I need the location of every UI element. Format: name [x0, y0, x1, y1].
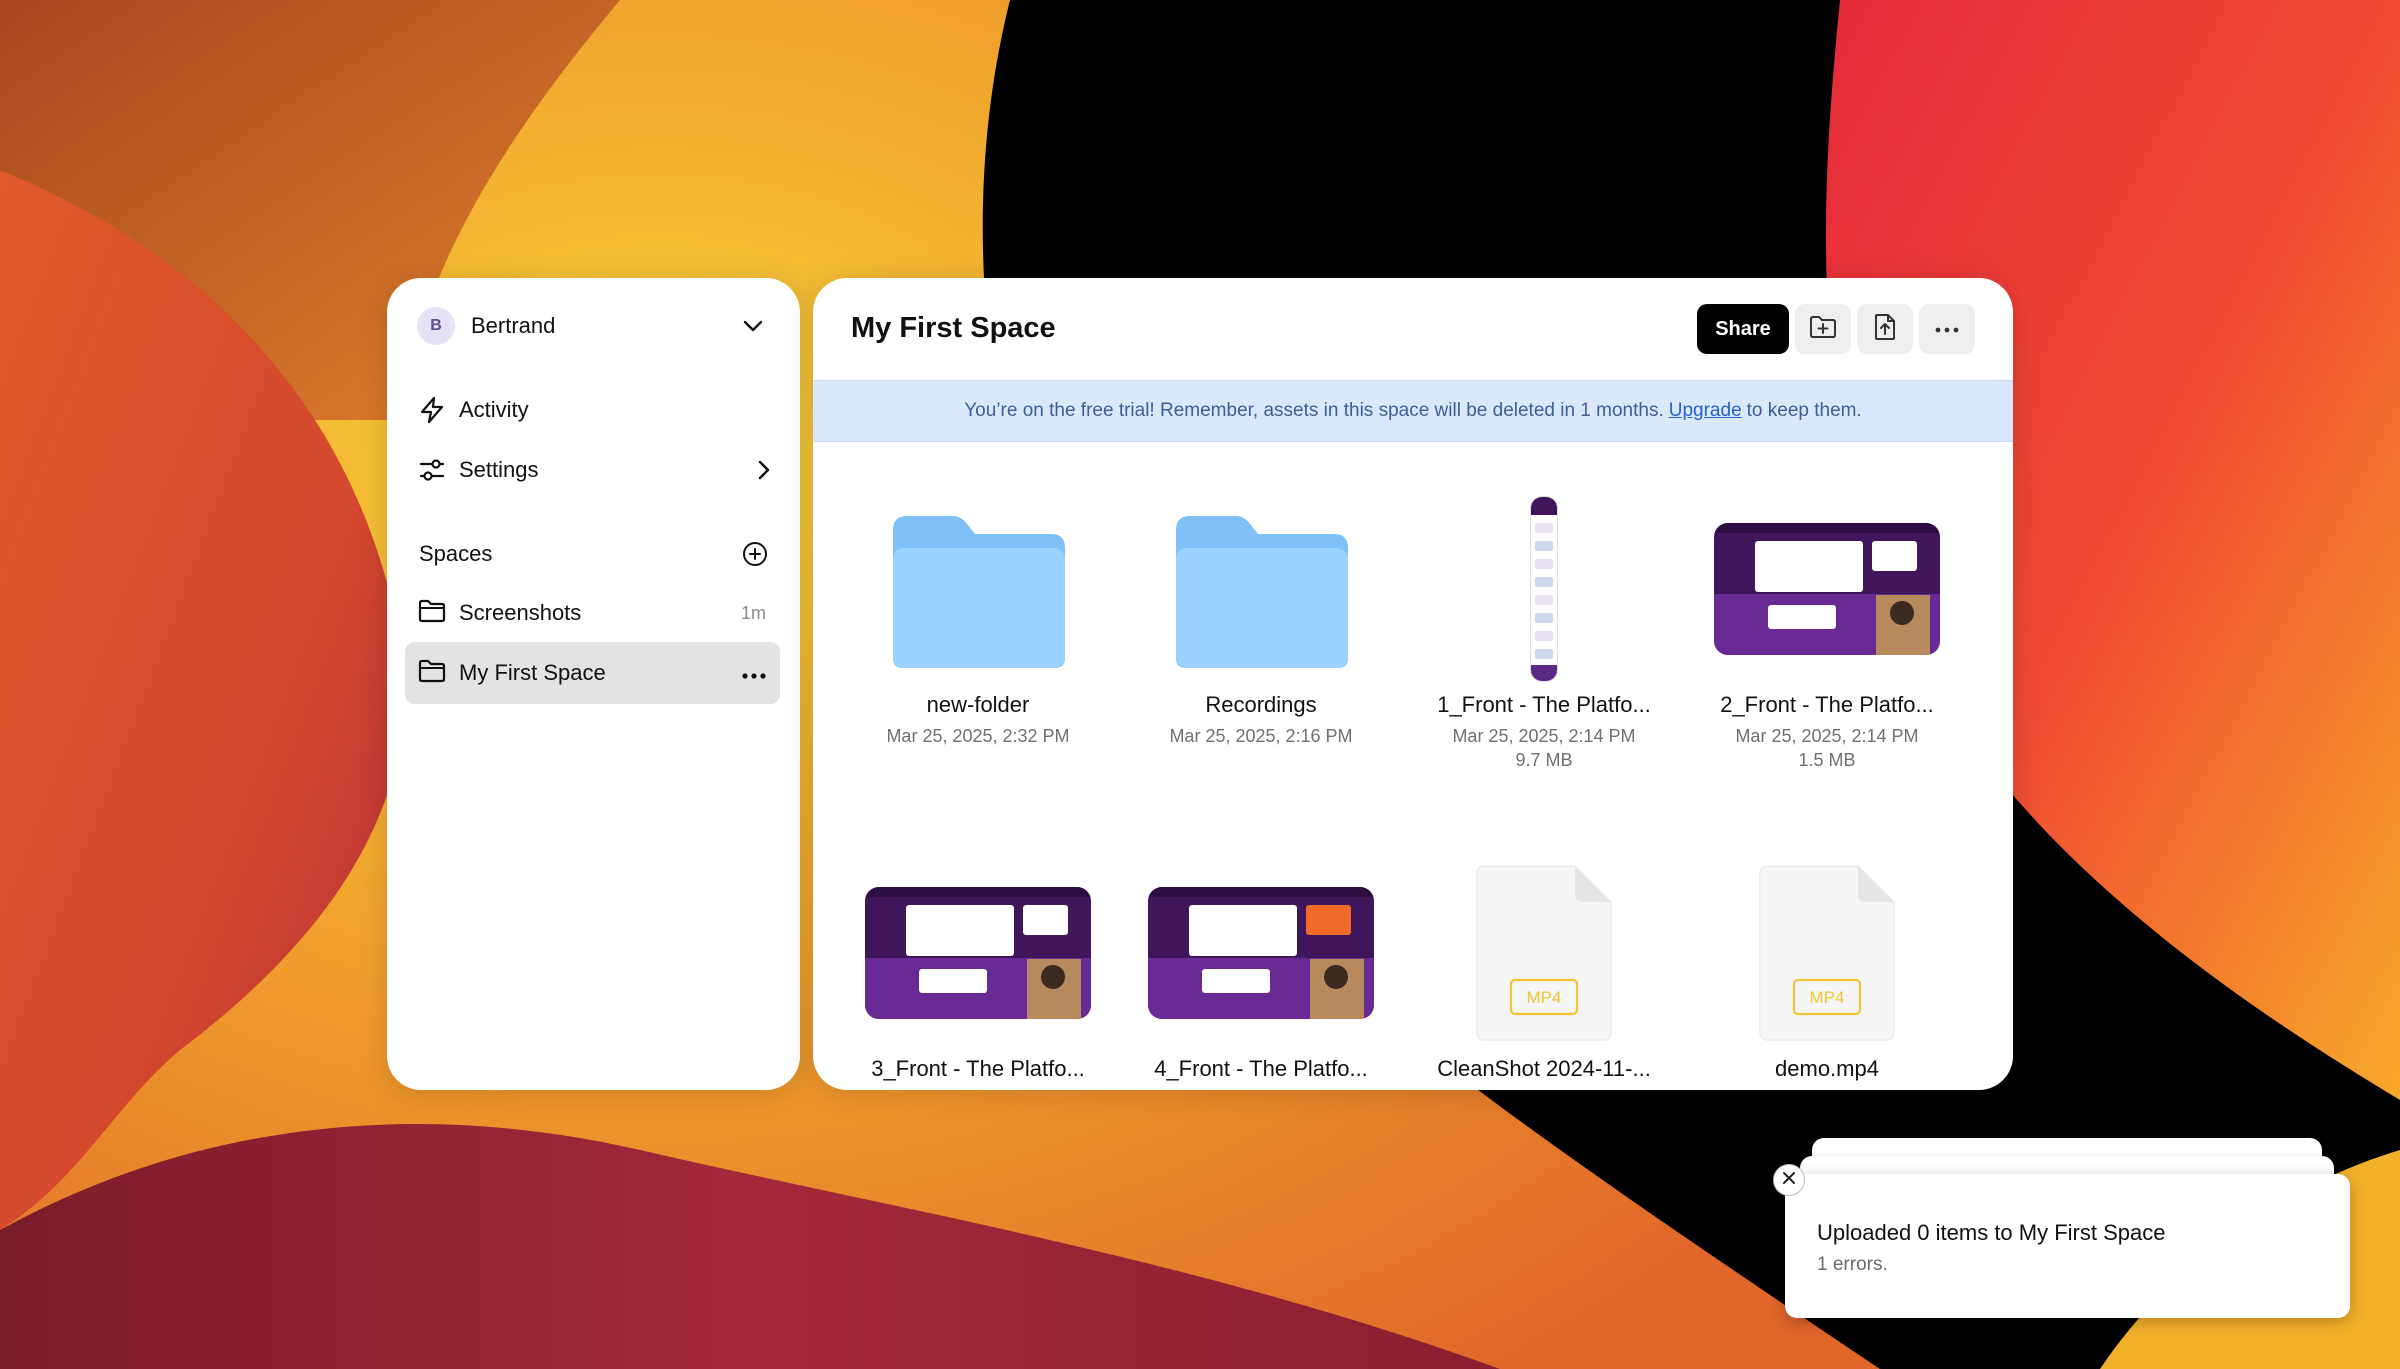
upload-toast: Uploaded 0 items to My First Space 1 err…: [1785, 1174, 2350, 1318]
screenshot-thumbnail: [1702, 494, 1952, 684]
trial-banner-text-end: to keep them.: [1746, 400, 1862, 421]
item-date: Mar 25, 2025, 2:32 PM: [886, 726, 1070, 746]
item-name: demo.mp4: [1775, 1056, 1879, 1081]
item-date: Mar 25, 2025, 2:16 PM: [1169, 726, 1353, 746]
avatar: B: [417, 307, 455, 345]
space-panel: My First Space Share You’re on the free …: [813, 278, 2013, 1090]
folder-thumbnail: [1136, 494, 1386, 684]
space-label: My First Space: [459, 660, 606, 685]
upgrade-link[interactable]: Upgrade: [1669, 400, 1742, 422]
item-name: CleanShot 2024-11-...: [1437, 1056, 1651, 1081]
file-thumbnail: MP4: [1702, 858, 1952, 1048]
trial-banner-text: You’re on the free trial! Remember, asse…: [964, 400, 1664, 421]
folder-icon: [417, 598, 447, 629]
folder-icon: [417, 658, 447, 689]
screenshot-thumbnail: [853, 858, 1103, 1048]
item-date: Mar 25, 2025, 2:14 PM: [1735, 726, 1919, 746]
toolbar: Share: [1697, 304, 1975, 354]
nav-activity[interactable]: Activity: [417, 388, 770, 432]
account-switcher[interactable]: B Bertrand: [417, 304, 770, 348]
nav-activity-label: Activity: [459, 397, 529, 422]
spaces-header: Spaces: [419, 532, 772, 576]
trial-banner: You’re on the free trial! Remember, asse…: [813, 380, 2013, 442]
toast-close-button[interactable]: [1773, 1164, 1805, 1196]
file-upload-icon: [1874, 313, 1896, 346]
space-item-screenshots[interactable]: Screenshots 1m: [405, 582, 780, 644]
sidebar: B Bertrand Activity Settings Spaces Scre…: [387, 278, 800, 1090]
folder-plus-icon: [1809, 315, 1837, 344]
file-thumbnail: MP4: [1419, 858, 1669, 1048]
nav-settings-label: Settings: [459, 457, 539, 482]
sliders-icon: [417, 455, 447, 485]
chevron-right-icon: [758, 460, 770, 480]
item-size: 9.7 MB: [1515, 750, 1573, 770]
folder-thumbnail: [853, 494, 1103, 684]
spaces-heading: Spaces: [419, 541, 493, 566]
item-size: 1.5 MB: [1798, 750, 1856, 770]
space-label: Screenshots: [459, 600, 582, 625]
tall-screenshot-thumbnail: [1419, 494, 1669, 684]
svg-text:MP4: MP4: [1527, 988, 1562, 1007]
upload-file-button[interactable]: [1857, 304, 1913, 354]
close-icon: [1782, 1171, 1796, 1190]
item-name: Recordings: [1205, 692, 1317, 717]
item-name: new-folder: [926, 692, 1030, 717]
more-options-icon: [1935, 320, 1959, 338]
space-item-my-first-space[interactable]: My First Space: [405, 642, 780, 704]
nav-settings[interactable]: Settings: [417, 448, 770, 492]
item-name: 4_Front - The Platfo...: [1154, 1056, 1368, 1081]
screenshot-thumbnail: [1136, 858, 1386, 1048]
item-date: Mar 25, 2025, 2:14 PM: [1452, 726, 1636, 746]
more-options-button[interactable]: [1919, 304, 1975, 354]
chevron-down-icon[interactable]: [736, 309, 770, 343]
toast-title: Uploaded 0 items to My First Space: [1817, 1220, 2166, 1245]
add-space-button[interactable]: [738, 537, 772, 571]
page-title: My First Space: [851, 312, 1056, 344]
item-name: 1_Front - The Platfo...: [1437, 692, 1651, 717]
account-name: Bertrand: [471, 313, 556, 338]
svg-text:MP4: MP4: [1810, 988, 1845, 1007]
space-updated-time: 1m: [740, 602, 766, 623]
share-button[interactable]: Share: [1697, 304, 1789, 354]
new-folder-button[interactable]: [1795, 304, 1851, 354]
bolt-icon: [417, 395, 447, 425]
item-name: 3_Front - The Platfo...: [871, 1056, 1085, 1081]
more-options-icon[interactable]: [742, 663, 766, 684]
item-name: 2_Front - The Platfo...: [1720, 692, 1934, 717]
toast-subtitle: 1 errors.: [1817, 1254, 1888, 1275]
